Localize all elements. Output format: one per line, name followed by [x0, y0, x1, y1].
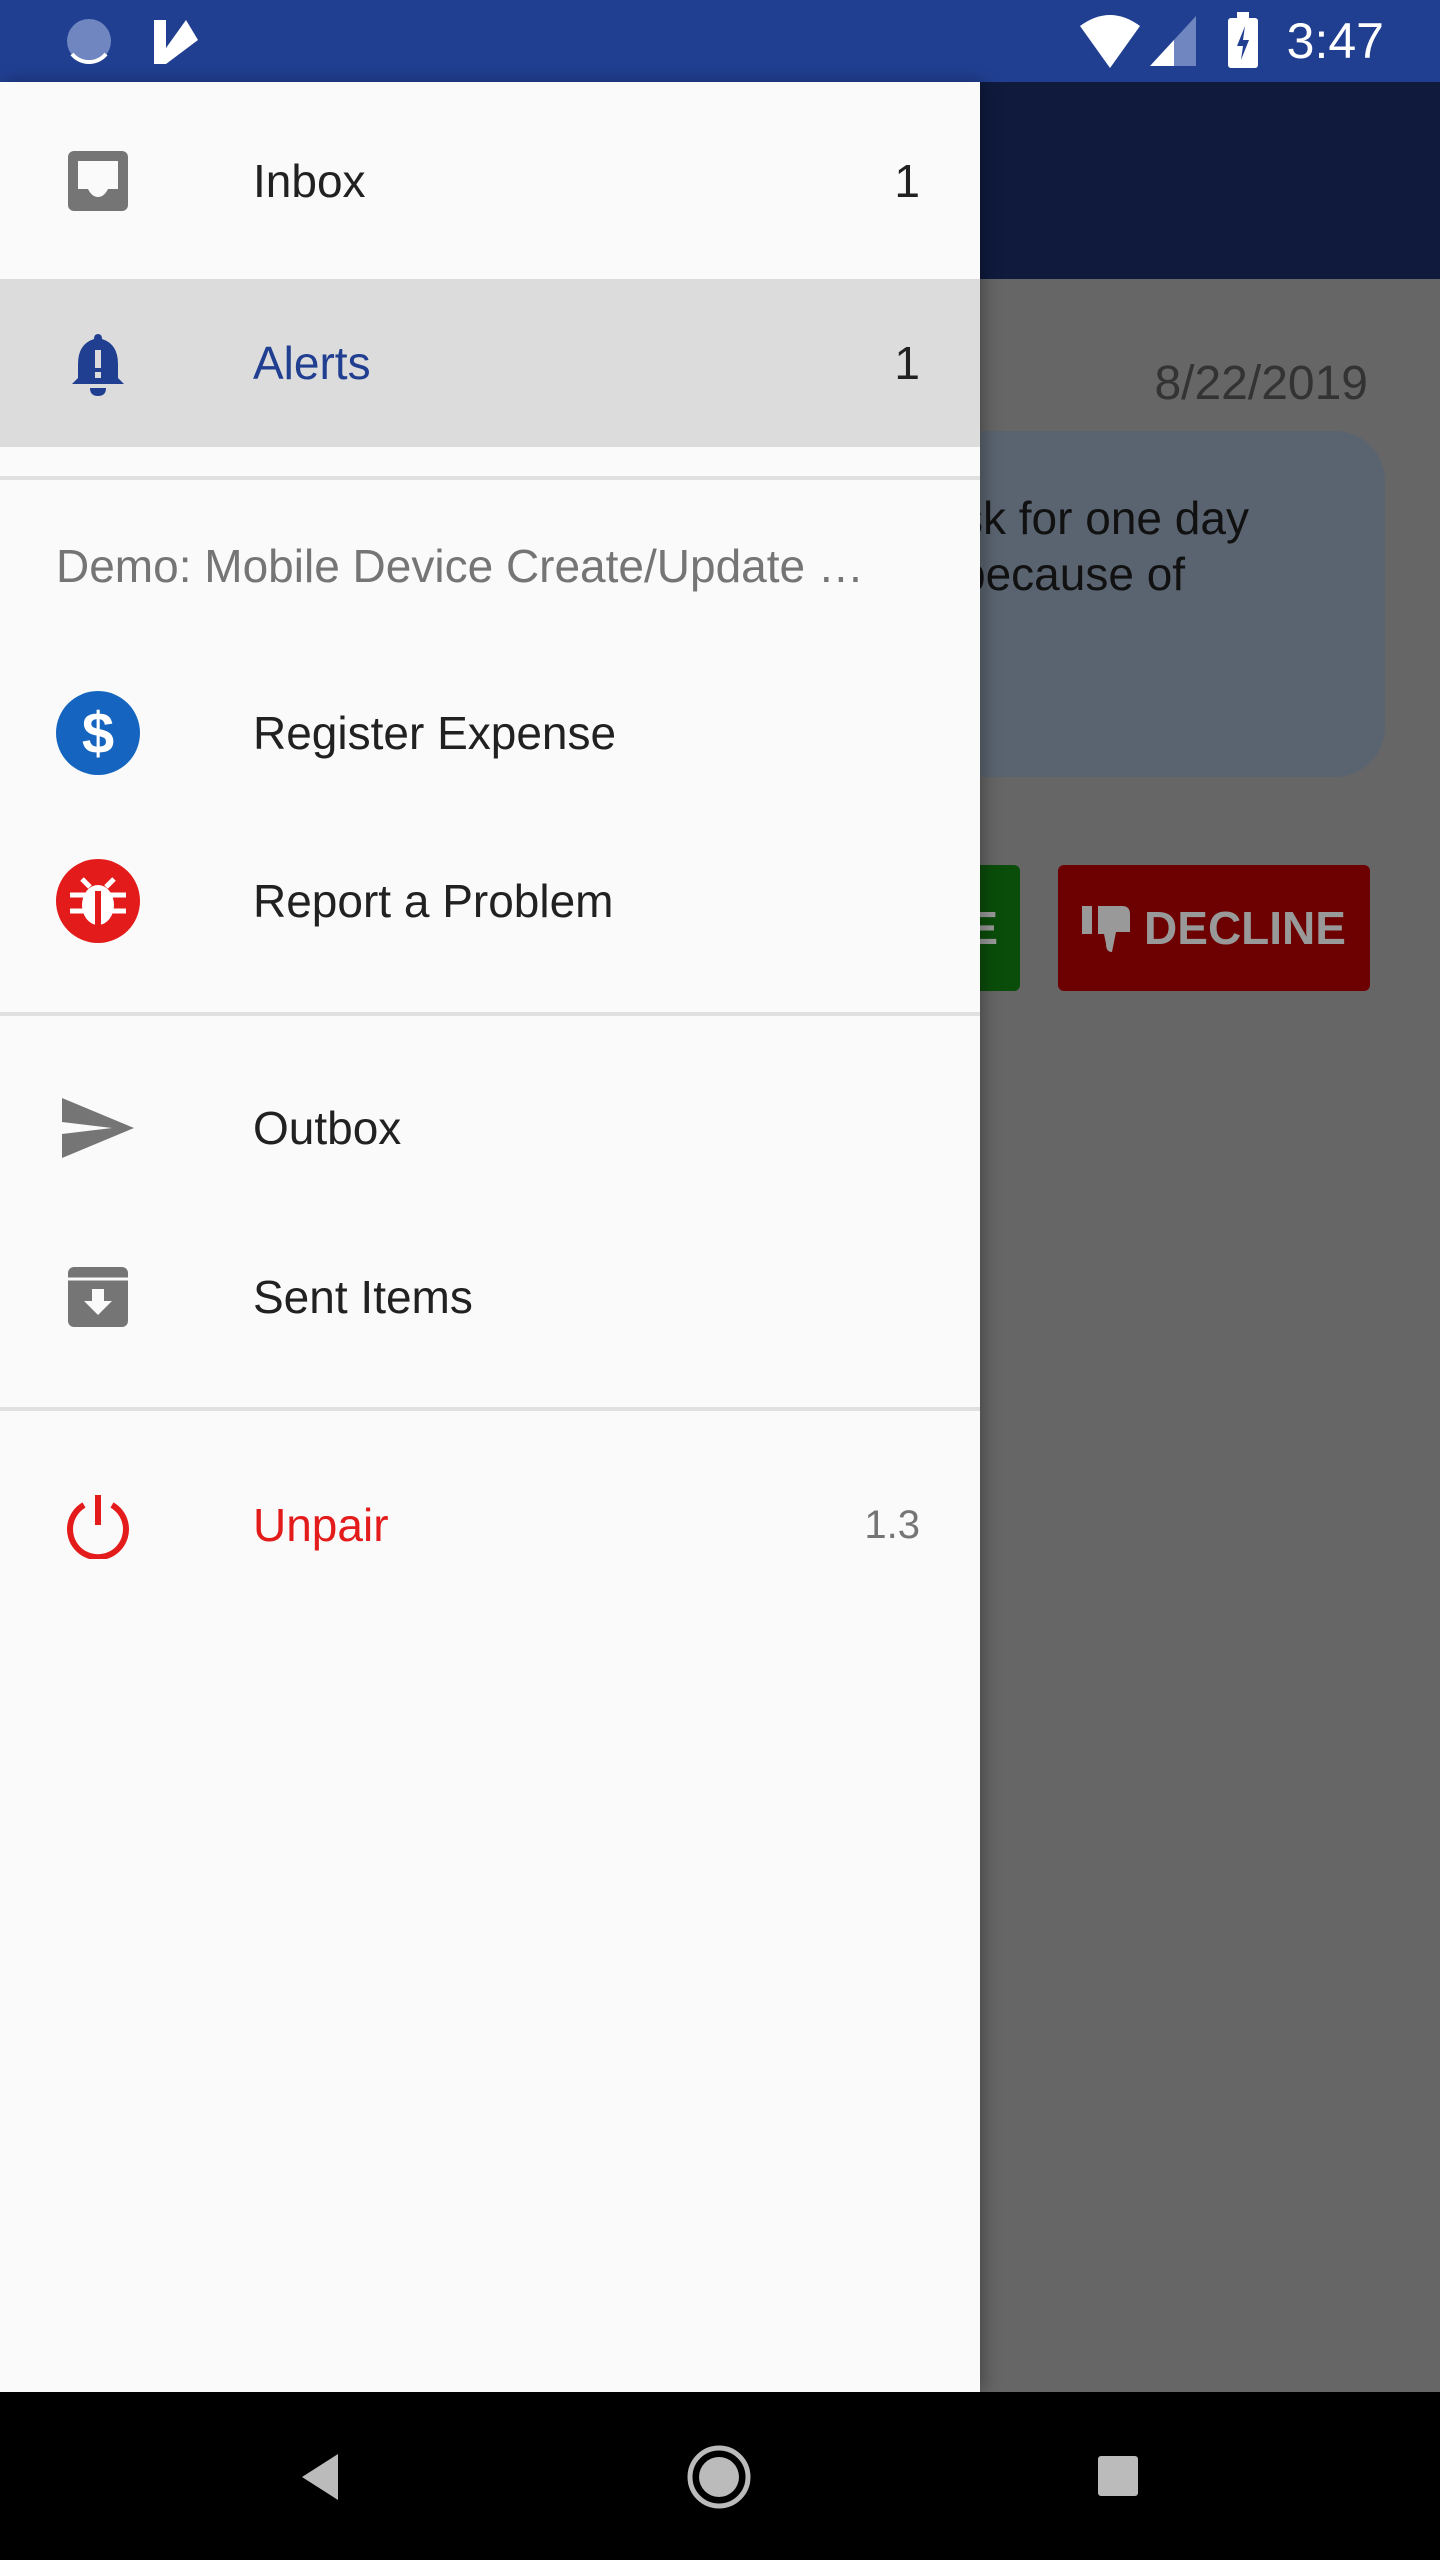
navigation-drawer: Inbox 1 Alerts 1 Demo: Mobile Device Cre… — [0, 82, 980, 2392]
clock: 3:47 — [1286, 13, 1384, 69]
app-check-icon — [154, 20, 198, 64]
divider — [0, 1012, 980, 1016]
outbox-label: Outbox — [253, 1102, 402, 1154]
send-icon — [56, 1086, 140, 1170]
back-button[interactable] — [298, 2452, 342, 2502]
unpair-label: Unpair — [253, 1499, 389, 1551]
bell-icon — [56, 321, 140, 405]
bug-icon — [56, 859, 140, 943]
message-date: 8/22/2019 — [1154, 357, 1368, 410]
section-header: Demo: Mobile Device Create/Update … — [0, 518, 980, 613]
app-version: 1.3 — [864, 1502, 920, 1547]
message-line: because of — [960, 548, 1186, 600]
drawer-item-inbox[interactable]: Inbox 1 — [0, 82, 980, 279]
alerts-count: 1 — [894, 337, 920, 389]
inbox-label: Inbox — [253, 154, 366, 207]
alerts-label: Alerts — [253, 337, 371, 389]
drawer-item-register-expense[interactable]: $ Register Expense — [0, 648, 980, 818]
register-expense-label: Register Expense — [253, 707, 617, 759]
message-line: sk for one day — [960, 492, 1249, 544]
inbox-icon — [56, 139, 140, 223]
drawer-item-sent-items[interactable]: Sent Items — [0, 1212, 980, 1382]
svg-text:$: $ — [82, 701, 114, 766]
section-title: Demo: Mobile Device Create/Update … — [56, 539, 864, 592]
drawer-item-outbox[interactable]: Outbox — [0, 1044, 980, 1212]
power-icon — [56, 1483, 140, 1567]
report-problem-label: Report a Problem — [253, 875, 614, 927]
dollar-icon: $ — [56, 691, 140, 775]
drawer-item-alerts[interactable]: Alerts 1 — [0, 279, 980, 447]
sync-icon — [67, 19, 111, 65]
drawer-item-report-problem[interactable]: Report a Problem — [0, 818, 980, 984]
signal-icon — [1150, 16, 1196, 66]
wifi-icon — [1080, 15, 1140, 68]
battery-charging-icon — [1228, 12, 1258, 68]
decline-label: DECLINE — [1144, 902, 1346, 954]
thumbs-down-icon — [1082, 906, 1131, 952]
divider — [0, 1407, 980, 1411]
decline-button[interactable]: DECLINE — [1058, 865, 1370, 991]
sent-items-label: Sent Items — [253, 1271, 473, 1323]
recents-button[interactable] — [1096, 2454, 1140, 2498]
navigation-bar — [0, 2392, 1440, 2560]
status-bar: 3:47 — [0, 0, 1440, 82]
archive-icon — [56, 1255, 140, 1339]
divider — [0, 476, 980, 480]
drawer-item-unpair[interactable]: Unpair 1.3 — [0, 1442, 980, 1608]
inbox-count: 1 — [894, 154, 920, 207]
home-button[interactable] — [686, 2444, 752, 2510]
